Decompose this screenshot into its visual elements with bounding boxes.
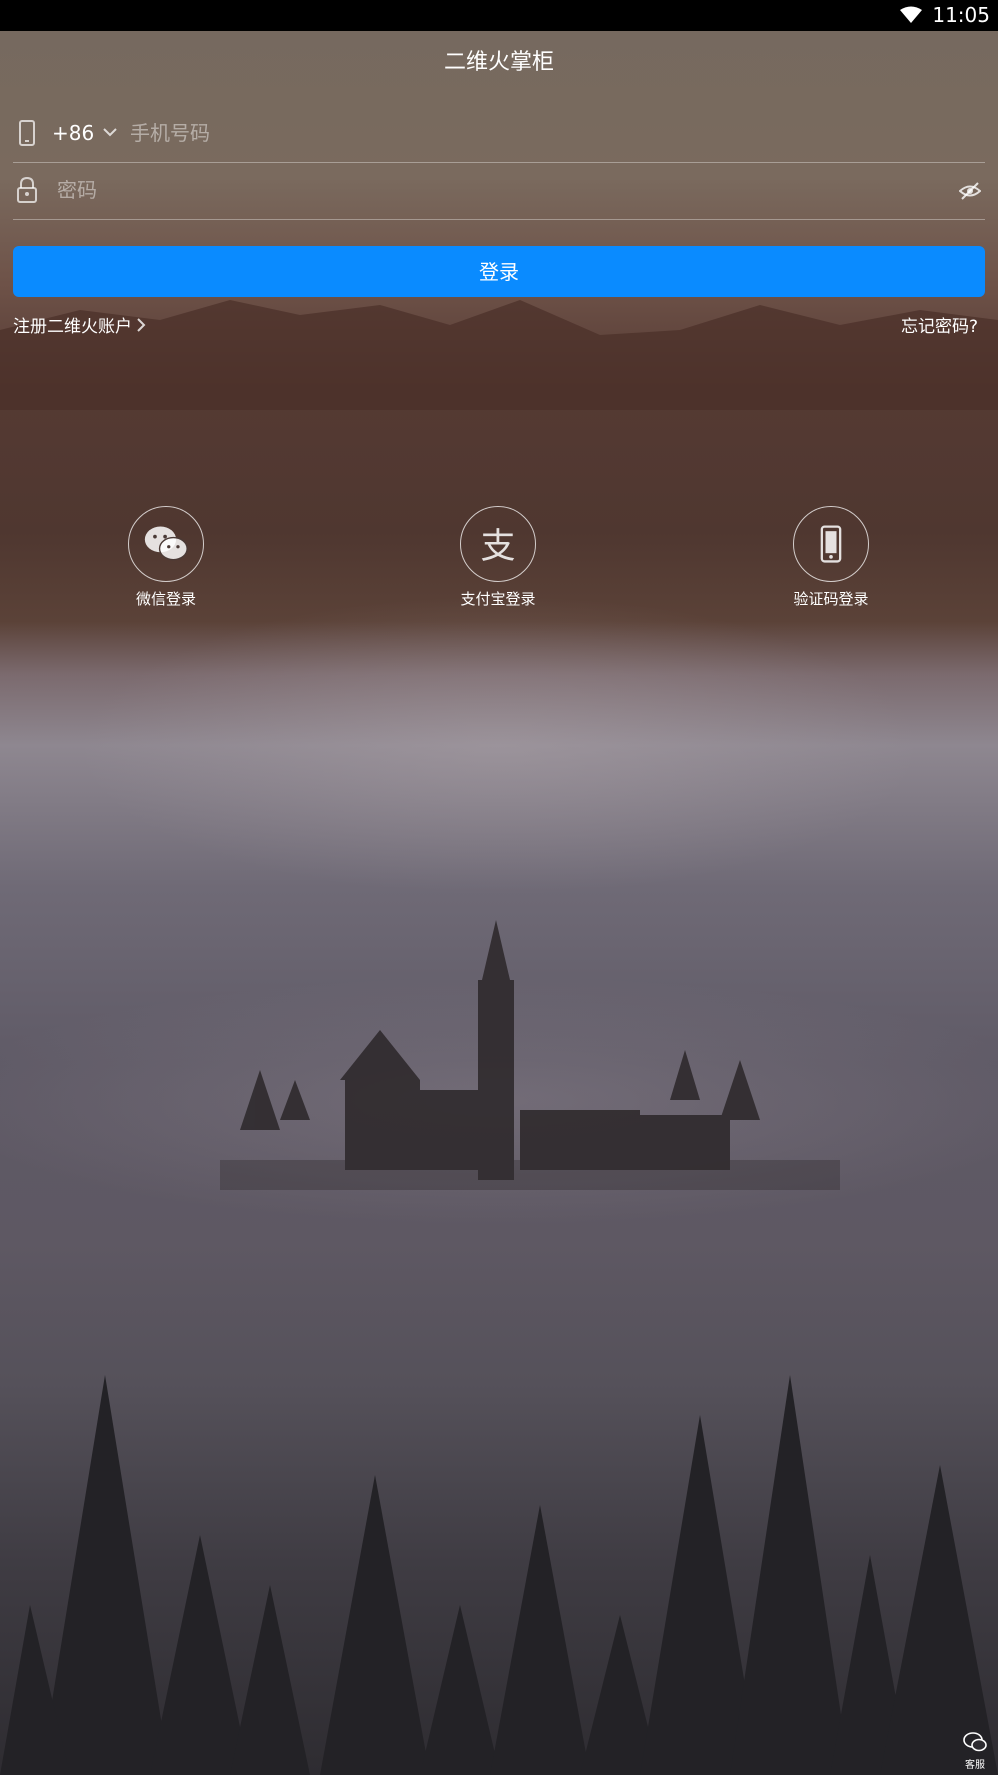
chevron-down-icon[interactable] [102,124,118,140]
country-code[interactable]: +86 [52,121,94,145]
mobile-phone-icon [793,506,869,582]
alipay-login-button[interactable]: 支 支付宝登录 [428,506,568,609]
sms-code-login-button[interactable]: 验证码登录 [761,506,901,609]
wechat-login-button[interactable]: 微信登录 [96,506,236,609]
chevron-right-icon [137,317,146,332]
register-label: 注册二维火账户 [13,317,132,337]
status-time: 11:05 [932,3,990,27]
wechat-icon [128,506,204,582]
phone-field: +86 [13,106,985,163]
login-button[interactable]: 登录 [13,246,985,297]
forgot-password-link[interactable]: 忘记密码? [901,312,978,337]
mountain-silhouette [0,300,998,410]
alipay-icon: 支 [460,506,536,582]
status-bar: 11:05 [0,0,998,31]
mobile-phone-icon [19,120,35,146]
customer-service-label: 客服 [965,1760,985,1771]
password-input[interactable] [55,177,939,203]
phone-input[interactable] [128,120,972,146]
customer-service-button[interactable]: 客服 [960,1731,990,1771]
password-field [13,163,985,220]
svg-text:支: 支 [481,527,516,564]
chat-icon [963,1732,987,1752]
alipay-login-label: 支付宝登录 [460,590,536,608]
register-link[interactable]: 注册二维火账户 [13,312,146,337]
eye-off-icon[interactable] [959,181,981,201]
lock-icon [17,177,37,203]
wifi-icon [900,6,922,23]
page-title: 二维火掌柜 [443,50,554,75]
forest-silhouette [0,1375,998,1775]
wechat-login-label: 微信登录 [135,590,196,608]
castle-silhouette [220,920,840,1190]
sms-code-login-label: 验证码登录 [793,590,869,608]
